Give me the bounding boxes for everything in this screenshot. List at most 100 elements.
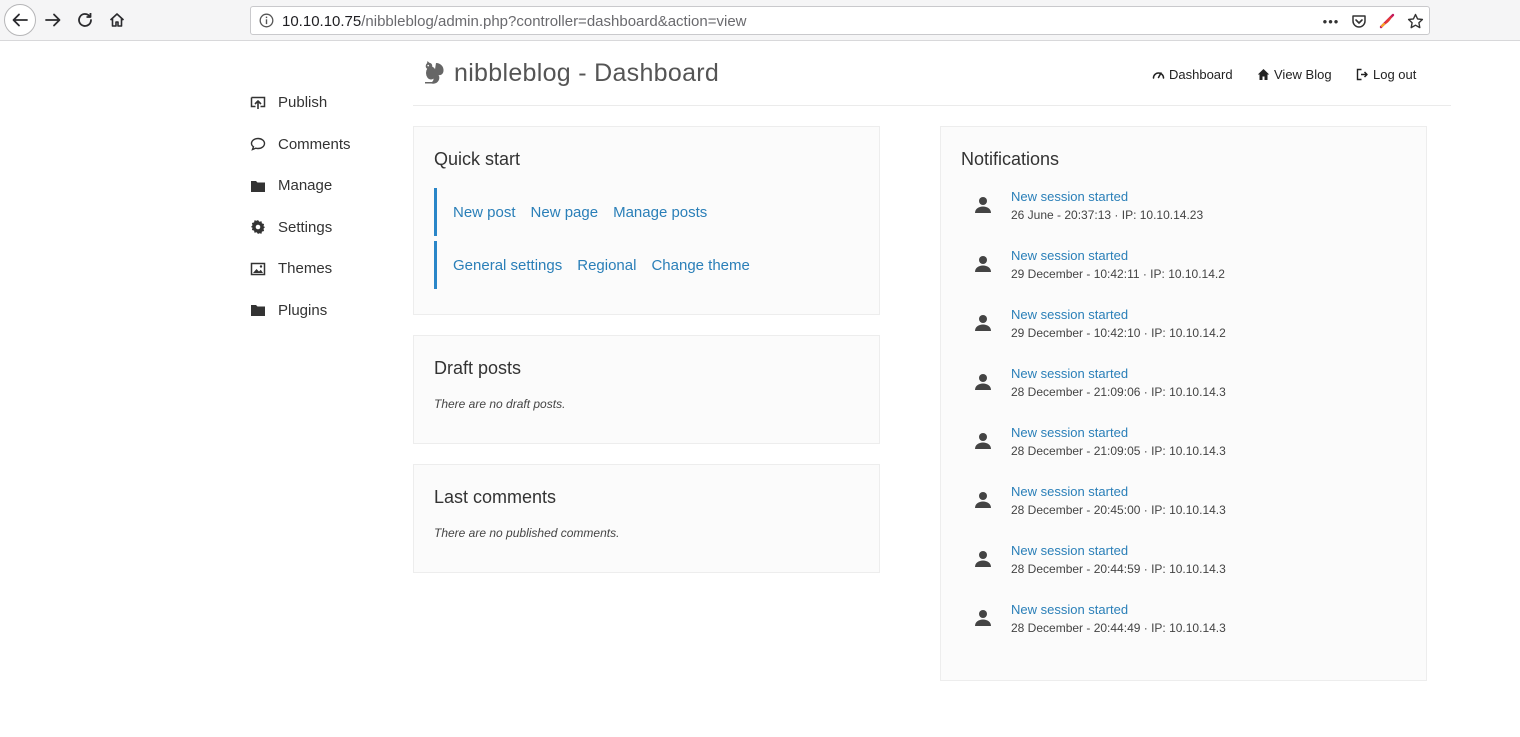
manage-posts-link[interactable]: Manage posts: [613, 204, 707, 221]
sidebar-item-settings[interactable]: Settings: [250, 207, 400, 249]
notification-meta: 28 December - 20:44:59 · IP: 10.10.14.3: [1011, 562, 1226, 576]
url-host: 10.10.10.75: [282, 13, 362, 30]
home-button[interactable]: [101, 4, 133, 36]
page-header: nibbleblog - Dashboard Dashboard View Bl…: [413, 54, 1451, 106]
info-icon[interactable]: [259, 13, 274, 28]
back-button[interactable]: [4, 4, 36, 36]
more-icon: •••: [1322, 13, 1340, 29]
view-blog-link[interactable]: View Blog: [1257, 67, 1332, 82]
reload-icon: [78, 13, 92, 27]
feather-icon: [1379, 13, 1395, 29]
folder-icon: [250, 178, 266, 194]
bookmark-button[interactable]: [1406, 12, 1424, 30]
user-icon: [975, 551, 991, 567]
logout-icon: [1356, 68, 1368, 81]
sidebar-item-themes[interactable]: Themes: [250, 248, 400, 290]
notification-item: New session started 29 December - 10:42:…: [971, 246, 1411, 305]
notification-meta: 29 December - 10:42:11 · IP: 10.10.14.2: [1011, 267, 1225, 281]
user-icon: [975, 256, 991, 272]
quick-start-row-content: New post New page Manage posts: [434, 188, 722, 236]
home-icon: [1257, 69, 1270, 80]
page-actions-button[interactable]: •••: [1322, 12, 1340, 30]
forward-button[interactable]: [37, 4, 69, 36]
notification-meta: 26 June - 20:37:13 · IP: 10.10.14.23: [1011, 208, 1204, 222]
address-bar[interactable]: 10.10.10.75/nibbleblog/admin.php?control…: [250, 6, 1430, 35]
sidebar-item-label: Settings: [278, 218, 333, 236]
notification-item: New session started 28 December - 20:44:…: [971, 600, 1411, 659]
dashboard-link[interactable]: Dashboard: [1152, 67, 1233, 82]
last-comments-panel: Last comments There are no published com…: [413, 464, 880, 573]
comment-icon: [250, 136, 266, 152]
arrow-left-icon: [12, 13, 28, 27]
view-blog-link-label: View Blog: [1274, 67, 1332, 82]
notification-meta: 28 December - 21:09:05 · IP: 10.10.14.3: [1011, 444, 1226, 458]
quick-start-row-settings: General settings Regional Change theme: [434, 241, 765, 289]
change-theme-link[interactable]: Change theme: [651, 257, 749, 274]
notification-meta: 28 December - 20:45:00 · IP: 10.10.14.3: [1011, 503, 1226, 517]
folder-icon: [250, 302, 266, 318]
reload-button[interactable]: [69, 4, 101, 36]
user-icon: [975, 315, 991, 331]
last-comments-title: Last comments: [434, 487, 557, 507]
browser-toolbar: 10.10.10.75/nibbleblog/admin.php?control…: [0, 0, 1520, 41]
squirrel-logo-icon: [425, 61, 444, 84]
notification-item: New session started 28 December - 20:44:…: [971, 541, 1411, 600]
image-icon: [250, 261, 266, 277]
notification-item: New session started 29 December - 10:42:…: [971, 305, 1411, 364]
user-icon: [975, 610, 991, 626]
notification-title-link[interactable]: New session started: [1011, 307, 1128, 322]
notification-title-link[interactable]: New session started: [1011, 366, 1128, 381]
new-post-link[interactable]: New post: [453, 204, 516, 221]
sidebar-item-manage[interactable]: Manage: [250, 165, 400, 207]
quick-start-title: Quick start: [434, 149, 521, 169]
notifications-title: Notifications: [961, 149, 1060, 169]
draft-posts-empty-note: There are no draft posts.: [434, 397, 566, 411]
notification-title-link[interactable]: New session started: [1011, 543, 1128, 558]
notification-title-link[interactable]: New session started: [1011, 484, 1128, 499]
sidebar-item-plugins[interactable]: Plugins: [250, 290, 400, 332]
draft-posts-title: Draft posts: [434, 358, 522, 378]
last-comments-empty-note: There are no published comments.: [434, 526, 620, 540]
logout-link-label: Log out: [1373, 67, 1417, 82]
user-icon: [975, 492, 991, 508]
notification-list: New session started 26 June - 20:37:13 ·…: [971, 187, 1411, 659]
notification-meta: 29 December - 10:42:10 · IP: 10.10.14.2: [1011, 326, 1226, 340]
sidebar-item-label: Plugins: [278, 301, 328, 319]
user-icon: [975, 197, 991, 213]
notification-item: New session started 28 December - 21:09:…: [971, 364, 1411, 423]
notification-title-link[interactable]: New session started: [1011, 189, 1128, 204]
notification-item: New session started 26 June - 20:37:13 ·…: [971, 187, 1411, 246]
notifications-panel: Notifications New session started 26 Jun…: [940, 126, 1427, 681]
notification-title-link[interactable]: New session started: [1011, 248, 1128, 263]
regional-link[interactable]: Regional: [577, 257, 636, 274]
general-settings-link[interactable]: General settings: [453, 257, 562, 274]
url-path: /nibbleblog/admin.php?controller=dashboa…: [361, 13, 747, 30]
user-icon: [975, 433, 991, 449]
logout-link[interactable]: Log out: [1356, 67, 1416, 82]
pocket-icon: [1352, 15, 1366, 28]
notification-meta: 28 December - 21:09:06 · IP: 10.10.14.3: [1011, 385, 1226, 399]
extension-button[interactable]: [1378, 12, 1396, 30]
new-page-link[interactable]: New page: [531, 204, 599, 221]
publish-icon: [250, 95, 266, 111]
arrow-right-icon: [45, 13, 61, 27]
star-icon: [1407, 13, 1423, 28]
quick-start-panel: Quick start New post New page Manage pos…: [413, 126, 880, 315]
notification-title-link[interactable]: New session started: [1011, 425, 1128, 440]
notification-title-link[interactable]: New session started: [1011, 602, 1128, 617]
url-text[interactable]: 10.10.10.75/nibbleblog/admin.php?control…: [282, 13, 747, 30]
sidebar-item-label: Publish: [278, 94, 328, 112]
user-icon: [975, 374, 991, 390]
sidebar-item-publish[interactable]: Publish: [250, 82, 400, 124]
admin-sidebar: Publish Comments Manage Settings Themes …: [250, 82, 400, 331]
sidebar-item-label: Manage: [278, 177, 333, 195]
sidebar-item-comments[interactable]: Comments: [250, 124, 400, 166]
gear-icon: [250, 219, 266, 235]
sidebar-item-label: Comments: [278, 135, 351, 153]
speedometer-icon: [1152, 72, 1165, 79]
notification-item: New session started 28 December - 21:09:…: [971, 423, 1411, 482]
notification-meta: 28 December - 20:44:49 · IP: 10.10.14.3: [1011, 621, 1226, 635]
pocket-button[interactable]: [1350, 12, 1368, 30]
sidebar-item-label: Themes: [278, 260, 333, 278]
notification-item: New session started 28 December - 20:45:…: [971, 482, 1411, 541]
